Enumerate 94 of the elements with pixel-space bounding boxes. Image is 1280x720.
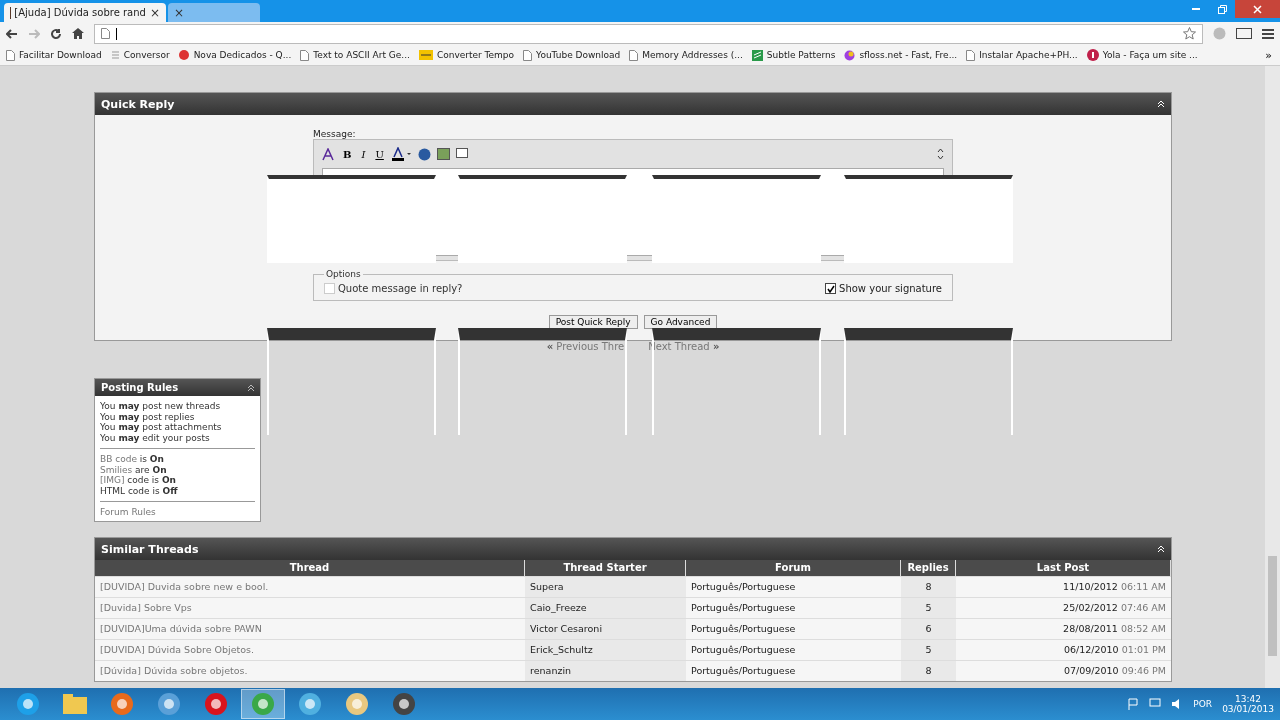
- page-icon: [6, 49, 15, 61]
- table-cell: 6: [901, 618, 956, 639]
- table-cell: Erick_Schultz: [525, 639, 686, 660]
- browser-tab[interactable]: ×: [168, 3, 260, 22]
- restore-icon: [1217, 4, 1227, 14]
- check-icon: [826, 284, 835, 293]
- address-field[interactable]: [94, 23, 1203, 44]
- setting-line: [IMG] code is On: [100, 475, 177, 486]
- format-button[interactable]: I: [359, 148, 368, 160]
- table-cell: renanzin: [525, 660, 686, 681]
- bookmark-link[interactable]: Conversor: [110, 49, 170, 61]
- close-tab-button[interactable]: ×: [174, 5, 185, 20]
- checkbox-option[interactable]: Show your signature: [825, 283, 942, 294]
- permission-line: You may post attachments: [100, 422, 223, 433]
- checkbox[interactable]: [825, 283, 837, 294]
- table-cell: 8: [901, 660, 956, 681]
- setting-line: HTML code is Off: [100, 485, 179, 496]
- setting-line: Smilies are On: [100, 464, 168, 475]
- collapse-icon[interactable]: [248, 384, 254, 391]
- star-icon[interactable]: [1183, 27, 1196, 40]
- format-button[interactable]: U: [373, 148, 386, 160]
- table-cell: 5: [901, 639, 956, 660]
- table-cell: 5: [901, 597, 956, 618]
- window-preview-tooltip[interactable]: [267, 175, 436, 263]
- close-icon: [1253, 4, 1262, 14]
- bookmark-link[interactable]: Converter Tempo: [418, 50, 515, 60]
- swirl-icon: [844, 49, 856, 61]
- back-icon[interactable]: [6, 28, 18, 39]
- advanced-button[interactable]: Go Advanced: [643, 315, 718, 329]
- image-icon[interactable]: [436, 148, 450, 160]
- flag-icon[interactable]: [1127, 698, 1140, 710]
- table-cell: Caio_Freeze: [525, 597, 686, 618]
- close-tab-button[interactable]: ×: [149, 5, 160, 20]
- setting-line: BB code is On: [100, 454, 165, 465]
- column-header: Forum: [686, 560, 901, 576]
- language-indicator[interactable]: POR: [1193, 699, 1213, 709]
- window-preview-tooltip[interactable]: [458, 328, 627, 435]
- forum-rules-link[interactable]: Forum Rules: [100, 507, 255, 517]
- table-cell: Supera: [525, 576, 686, 597]
- format-button[interactable]: B: [341, 148, 354, 160]
- message-label: Message:: [313, 129, 357, 139]
- window-preview-tooltip[interactable]: [844, 328, 1013, 435]
- table-cell: 8: [901, 576, 956, 597]
- options-legend: Options: [324, 269, 363, 279]
- bookmark-link[interactable]: Yola - Faça um site ...: [1086, 49, 1198, 61]
- column-header: Thread Starter: [525, 560, 686, 576]
- bookmark-link[interactable]: sfloss.net - Fast, Fre...: [844, 49, 958, 61]
- permission-line: You may post replies: [100, 411, 196, 422]
- page-icon: [300, 49, 310, 61]
- pin-icon: [178, 49, 190, 61]
- bookmark-link[interactable]: Memory Addresses (...: [629, 49, 743, 61]
- bookmark-link[interactable]: Text to ASCII Art Ge...: [300, 49, 410, 61]
- column-header: Last Post: [956, 560, 1171, 576]
- clock[interactable]: 13:42 03/01/2013: [1222, 694, 1274, 714]
- browser-tab[interactable]: [Ajuda] Dúvida sobre rand ×: [4, 3, 166, 22]
- yola-icon: [1086, 49, 1099, 61]
- bookmark-link[interactable]: Nova Dedicados - Q...: [178, 49, 292, 61]
- permission-line: You may post new threads: [100, 401, 222, 412]
- bookmark-link[interactable]: Subtle Patterns: [751, 49, 836, 61]
- text-color-icon[interactable]: [391, 147, 412, 161]
- post-reply-button[interactable]: Post Quick Reply: [548, 315, 638, 329]
- arrows-icon: [418, 50, 433, 60]
- bookmark-link[interactable]: Facilitar Download: [6, 49, 102, 61]
- column-header: Thread: [95, 560, 525, 576]
- menu-icon[interactable]: [1262, 28, 1274, 39]
- previous-thread-link[interactable]: « Previous Thre: [546, 341, 625, 352]
- stripes-icon: [751, 49, 763, 61]
- column-header: Replies: [901, 560, 956, 576]
- page-icon: [629, 49, 639, 61]
- resize-icon[interactable]: [937, 148, 944, 160]
- page-icon: [523, 49, 533, 61]
- reload-icon[interactable]: [50, 27, 62, 40]
- home-icon[interactable]: [72, 28, 84, 39]
- minimize-icon: [1192, 7, 1200, 11]
- table-cell: Victor Cesaroni: [525, 618, 686, 639]
- cast-icon[interactable]: [1236, 28, 1252, 39]
- scrollbar[interactable]: [1265, 66, 1280, 688]
- close-button[interactable]: [1235, 0, 1280, 18]
- folder-icon: [63, 694, 87, 714]
- list-icon: [110, 49, 120, 61]
- page-icon: [101, 28, 110, 39]
- panel-title: Quick Reply: [101, 97, 175, 111]
- panel-title: Posting Rules: [101, 382, 179, 393]
- panel-title: Similar Threads: [101, 542, 199, 556]
- remove-format-icon[interactable]: [322, 147, 335, 161]
- network-icon[interactable]: [1149, 698, 1162, 710]
- quote-icon[interactable]: [455, 148, 468, 160]
- window-preview-tooltip[interactable]: [844, 175, 1013, 263]
- page-icon: [966, 49, 976, 61]
- window-preview-tooltip[interactable]: [267, 328, 436, 435]
- more-bookmarks-button[interactable]: »: [1265, 48, 1272, 62]
- bookmark-link[interactable]: Instalar Apache+PH...: [966, 49, 1078, 61]
- bookmark-link[interactable]: YouTube Download: [523, 49, 621, 61]
- permission-line: You may edit your posts: [100, 432, 211, 443]
